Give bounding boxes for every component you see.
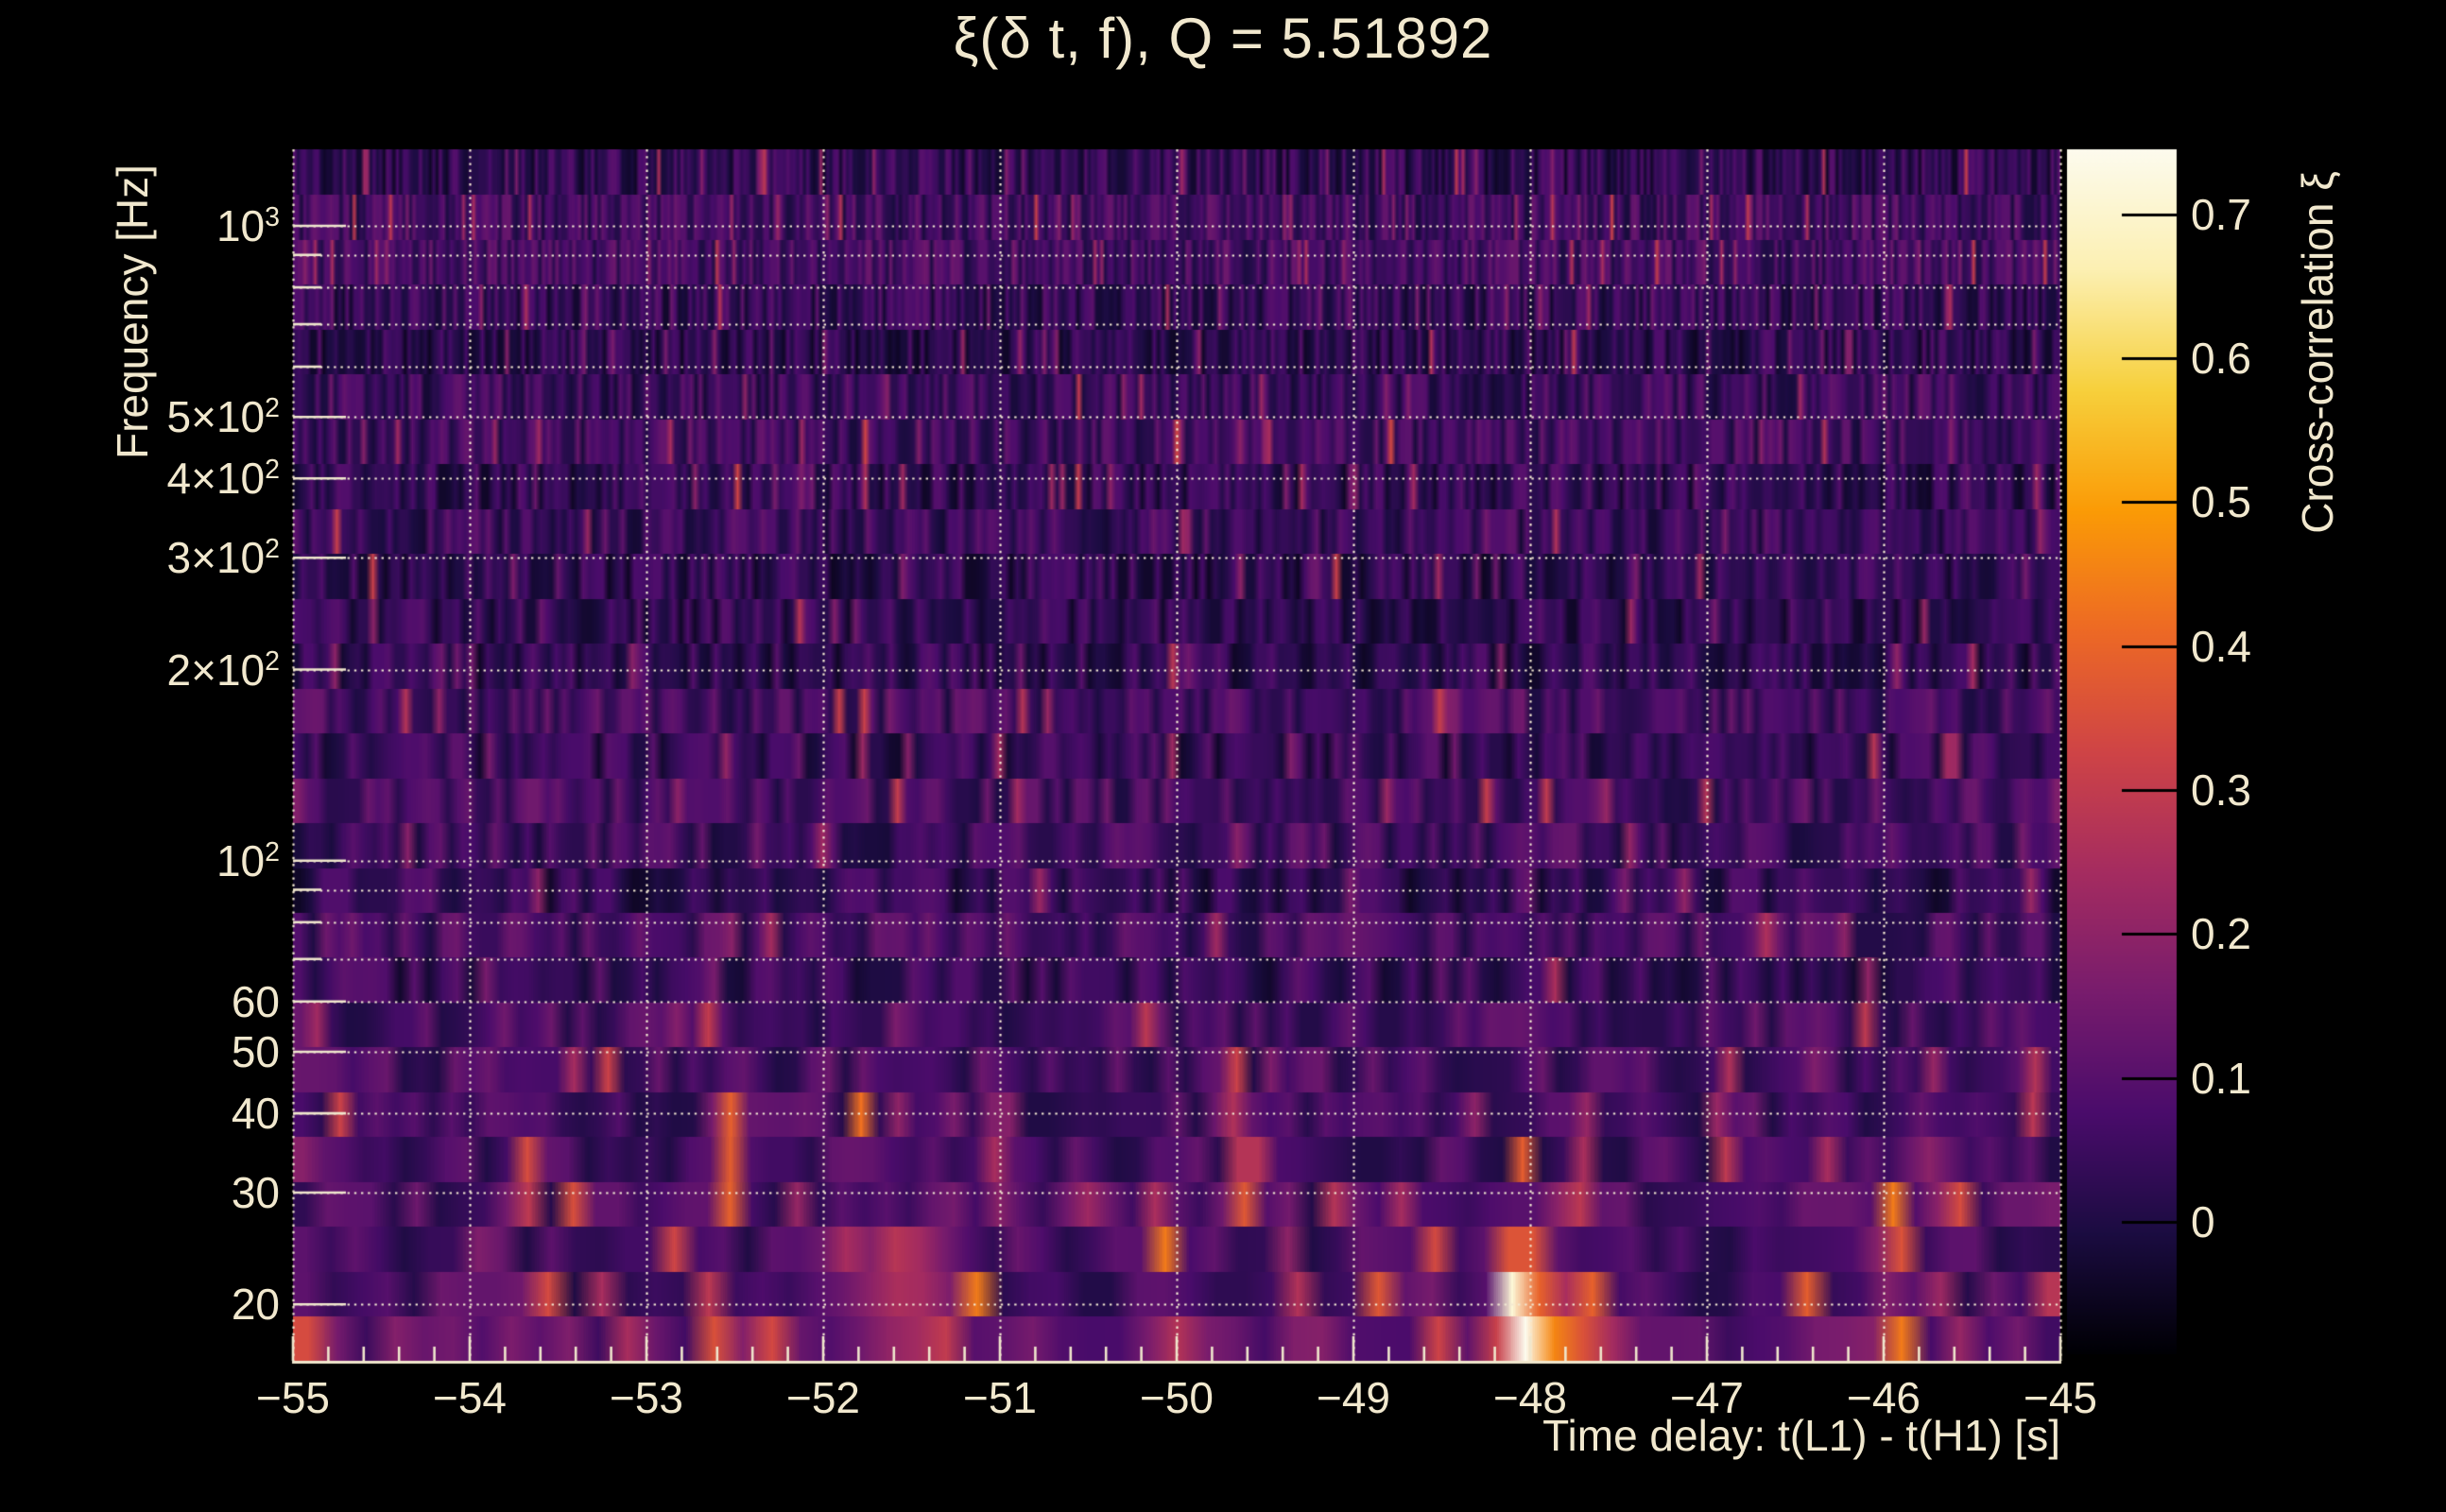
y-tick-label: 40 (231, 1089, 280, 1139)
y-tick-label: 4×102 (166, 454, 280, 504)
x-tick-label: −48 (1492, 1373, 1568, 1422)
y-tick-label: 60 (231, 976, 280, 1026)
y-tick-label: 30 (231, 1168, 280, 1218)
chart-title: ξ(δ t, f), Q = 5.51892 (953, 7, 1493, 70)
colorbar-tick-label: 0.1 (2191, 1053, 2251, 1103)
colorbar-tick-label: 0.2 (2191, 909, 2251, 959)
spectrogram-heatmap-canvas (0, 0, 2446, 1512)
y-tick-label: 3×102 (166, 533, 280, 583)
colorbar-tick-label: 0.6 (2191, 333, 2251, 383)
colorbar-tick-label: 0.3 (2191, 765, 2251, 815)
x-tick-label: −55 (255, 1373, 331, 1422)
x-tick-label: −54 (432, 1373, 508, 1422)
x-tick-label: −46 (1846, 1373, 1921, 1422)
x-tick-label: −45 (2023, 1373, 2098, 1422)
y-tick-label: 2×102 (166, 644, 280, 695)
colorbar-tick-label: 0.4 (2191, 621, 2251, 671)
y-axis-title: Frequency [Hz] (108, 164, 157, 459)
x-tick-label: −50 (1139, 1373, 1214, 1422)
x-tick-label: −53 (609, 1373, 684, 1422)
x-tick-label: −51 (962, 1373, 1038, 1422)
colorbar-axis-title: Cross-correlation ξ (2293, 171, 2342, 534)
y-tick-label: 5×102 (166, 392, 280, 442)
x-tick-label: −52 (785, 1373, 861, 1422)
y-tick-label: 20 (231, 1280, 280, 1330)
x-tick-label: −47 (1669, 1373, 1745, 1422)
figure: ξ(δ t, f), Q = 5.51892 Frequency [Hz] Ti… (0, 0, 2446, 1512)
y-tick-label: 102 (215, 835, 280, 885)
colorbar-tick-label: 0.5 (2191, 477, 2251, 527)
x-tick-label: −49 (1316, 1373, 1391, 1422)
y-tick-label: 50 (231, 1026, 280, 1076)
colorbar-tick-label: 0.7 (2191, 189, 2251, 239)
colorbar-tick-label: 0 (2191, 1196, 2215, 1246)
y-tick-label: 103 (215, 201, 280, 251)
